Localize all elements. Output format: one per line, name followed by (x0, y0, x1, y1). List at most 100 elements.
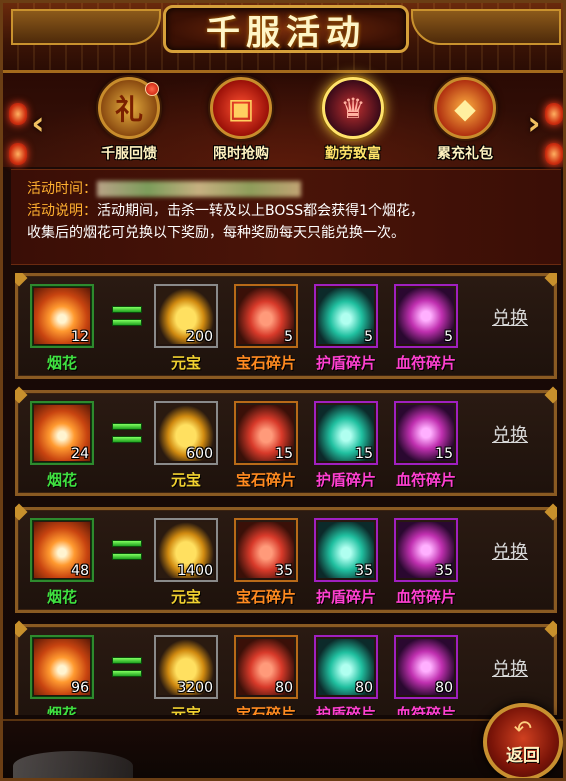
exchange-button[interactable]: 兑换 (492, 421, 528, 447)
gem-shard-item-slot[interactable]: 5 (234, 284, 298, 348)
item-name: 血符碎片 (395, 354, 456, 372)
lantern-icon (9, 143, 27, 165)
item-quantity: 35 (435, 563, 453, 579)
reward-row: 96 烟花 3200 元宝 80 宝石碎片 80 护盾碎片 80 血符碎片 兑换 (15, 624, 557, 715)
item-name: 宝石碎片 (235, 588, 296, 606)
blood-rune-shard-item-slot[interactable]: 15 (394, 401, 458, 465)
exchange-button[interactable]: 兑换 (492, 538, 528, 564)
item-quantity: 24 (71, 446, 89, 462)
item-name: 护盾碎片 (315, 705, 376, 715)
prev-tab-arrow-icon[interactable]: ‹ (25, 103, 51, 143)
tab-qinlao-zhifu[interactable]: ♛ 勤劳致富 (303, 77, 403, 167)
blood-rune-shard-item-slot[interactable]: 5 (394, 284, 458, 348)
item-name: 血符碎片 (395, 471, 456, 489)
item-name: 宝石碎片 (235, 705, 296, 715)
tab-label: 累充礼包 (437, 146, 493, 162)
roof-ornament-right (411, 9, 561, 45)
notification-dot (145, 82, 159, 96)
firework-item-slot[interactable]: 48 (30, 518, 94, 582)
tab-bar: ‹ › 礼 千服回馈 ▣ 限时抢购 ♛ 勤劳致富 ◆ 累充礼包 (3, 73, 563, 167)
item-name: 宝石碎片 (235, 471, 296, 489)
lantern-icon (545, 103, 563, 125)
item-quantity: 12 (71, 329, 89, 345)
reward-row: 24 烟花 600 元宝 15 宝石碎片 15 护盾碎片 15 血符碎片 兑换 (15, 390, 557, 496)
tab-label: 限时抢购 (213, 146, 269, 162)
firework-item-slot[interactable]: 12 (30, 284, 94, 348)
item-quantity: 48 (71, 563, 89, 579)
roof-ornament-left (11, 9, 161, 45)
item-name: 宝石碎片 (235, 354, 296, 372)
item-name: 烟花 (46, 471, 77, 489)
activity-window: 千服活动 ‹ › 礼 千服回馈 ▣ 限时抢购 ♛ 勤劳致富 ◆ 累充礼包 活动时… (0, 0, 566, 781)
tab-leichong-libao[interactable]: ◆ 累充礼包 (415, 77, 515, 167)
item-name: 烟花 (46, 705, 77, 715)
activity-desc-line: 活动说明：活动期间，击杀一转及以上BOSS都会获得1个烟花， (27, 200, 545, 222)
item-quantity: 15 (355, 446, 373, 462)
item-quantity: 96 (71, 680, 89, 696)
item-quantity: 3200 (177, 680, 213, 696)
tab-qianfu-huikui[interactable]: 礼 千服回馈 (79, 77, 179, 167)
equals-icon (112, 657, 142, 679)
tab-label: 千服回馈 (101, 146, 157, 162)
reward-list[interactable]: 12 烟花 200 元宝 5 宝石碎片 5 护盾碎片 5 血符碎片 兑换 24 … (15, 273, 557, 715)
item-name: 元宝 (170, 354, 201, 372)
shield-shard-item-slot[interactable]: 35 (314, 518, 378, 582)
item-name: 护盾碎片 (315, 354, 376, 372)
item-quantity: 1400 (177, 563, 213, 579)
equals-icon (112, 540, 142, 562)
activity-time-label: 活动时间： (27, 181, 97, 197)
item-name: 元宝 (170, 705, 201, 715)
gem-shard-item-slot[interactable]: 15 (234, 401, 298, 465)
gem-shard-item-slot[interactable]: 35 (234, 518, 298, 582)
exchange-button[interactable]: 兑换 (492, 655, 528, 681)
activity-desc-text: 活动期间，击杀一转及以上BOSS都会获得1个烟花， (97, 203, 425, 219)
blood-rune-shard-item-slot[interactable]: 80 (394, 635, 458, 699)
treasure-sack-icon: ◆ (434, 77, 496, 139)
item-name: 血符碎片 (395, 705, 456, 715)
item-name: 烟花 (46, 354, 77, 372)
dragon-ornament (13, 751, 133, 778)
ingot-item-slot[interactable]: 1400 (154, 518, 218, 582)
item-name: 血符碎片 (395, 588, 456, 606)
return-arrow-icon: ↶ (513, 716, 533, 742)
shield-shard-item-slot[interactable]: 15 (314, 401, 378, 465)
activity-time-line: 活动时间： (27, 178, 545, 200)
blood-rune-shard-item-slot[interactable]: 35 (394, 518, 458, 582)
exchange-button[interactable]: 兑换 (492, 304, 528, 330)
ingot-item-slot[interactable]: 600 (154, 401, 218, 465)
ingot-item-slot[interactable]: 200 (154, 284, 218, 348)
firework-item-slot[interactable]: 24 (30, 401, 94, 465)
activity-desc-text-cont: 收集后的烟花可兑换以下奖励，每种奖励每天只能兑换一次。 (27, 225, 405, 241)
item-name: 元宝 (170, 471, 201, 489)
tab-label: 勤劳致富 (325, 146, 381, 162)
activity-desc-label: 活动说明： (27, 203, 97, 219)
header-bar: 千服活动 (3, 3, 563, 73)
shield-shard-item-slot[interactable]: 5 (314, 284, 378, 348)
item-quantity: 80 (355, 680, 373, 696)
demon-mask-icon: ♛ (322, 77, 384, 139)
item-quantity: 80 (435, 680, 453, 696)
item-name: 护盾碎片 (315, 471, 376, 489)
item-quantity: 15 (435, 446, 453, 462)
next-tab-arrow-icon[interactable]: › (521, 103, 547, 143)
item-quantity: 5 (444, 329, 453, 345)
lantern-icon (545, 143, 563, 165)
item-quantity: 600 (186, 446, 213, 462)
item-name: 烟花 (46, 588, 77, 606)
item-name: 元宝 (170, 588, 201, 606)
shield-shard-item-slot[interactable]: 80 (314, 635, 378, 699)
gift-box-clock-icon: ▣ (210, 77, 272, 139)
return-button[interactable]: ↶ 返回 (483, 703, 563, 778)
item-quantity: 15 (275, 446, 293, 462)
activity-info: 活动时间： 活动说明：活动期间，击杀一转及以上BOSS都会获得1个烟花， 收集后… (11, 169, 561, 265)
ingot-item-slot[interactable]: 3200 (154, 635, 218, 699)
firework-item-slot[interactable]: 96 (30, 635, 94, 699)
reward-row: 12 烟花 200 元宝 5 宝石碎片 5 护盾碎片 5 血符碎片 兑换 (15, 273, 557, 379)
page-title: 千服活动 (206, 12, 366, 53)
item-quantity: 5 (364, 329, 373, 345)
gem-shard-item-slot[interactable]: 80 (234, 635, 298, 699)
return-label: 返回 (506, 745, 540, 766)
tab-xianshi-qianggou[interactable]: ▣ 限时抢购 (191, 77, 291, 167)
item-quantity: 35 (355, 563, 373, 579)
reward-row: 48 烟花 1400 元宝 35 宝石碎片 35 护盾碎片 35 血符碎片 兑换 (15, 507, 557, 613)
